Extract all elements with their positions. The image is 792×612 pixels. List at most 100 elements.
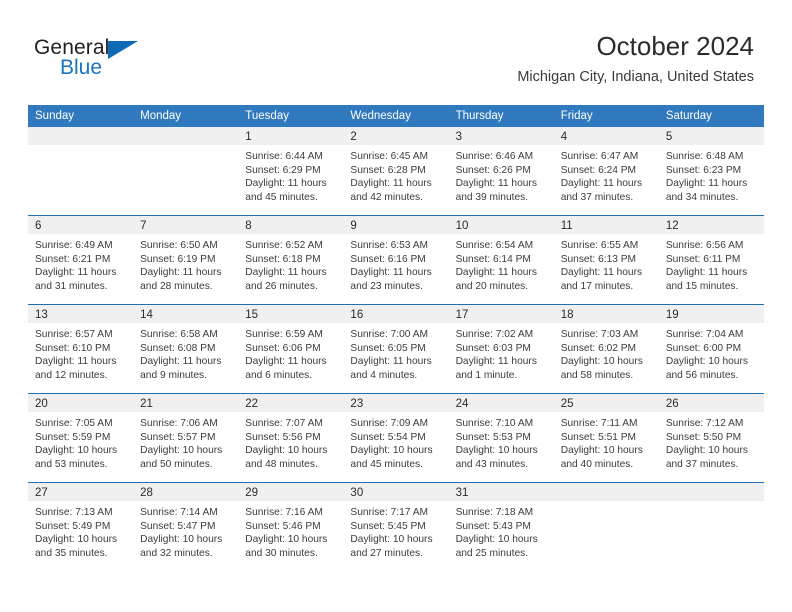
calendar-day-cell[interactable]: 30 Sunrise: 7:17 AM Sunset: 5:45 PM Dayligh…	[343, 482, 449, 571]
calendar-day-cell-empty	[553, 482, 659, 571]
sunset-text: Sunset: 5:56 PM	[245, 431, 321, 443]
daylight-text-line2: and 17 minutes.	[560, 280, 634, 292]
daylight-text-line1: Daylight: 11 hours	[140, 267, 222, 279]
day-number: 16	[343, 305, 449, 323]
daylight-text-line1: Daylight: 10 hours	[665, 356, 748, 368]
daylight-text-line1: Daylight: 10 hours	[455, 534, 538, 546]
calendar-day-cell[interactable]: 6 Sunrise: 6:49 AM Sunset: 6:21 PM Daylight…	[28, 215, 134, 305]
daylight-text-line1: Daylight: 11 hours	[350, 178, 432, 190]
calendar-body: 1 Sunrise: 6:44 AM Sunset: 6:29 PM Daylight…	[28, 127, 764, 571]
calendar-day-cell[interactable]: 23 Sunrise: 7:09 AM Sunset: 5:54 PM Dayligh…	[343, 393, 449, 483]
weekday-header-wednesday: Wednesday	[343, 105, 449, 127]
daylight-text-line1: Daylight: 10 hours	[35, 445, 118, 457]
day-number	[658, 483, 764, 501]
sunset-text: Sunset: 6:06 PM	[245, 342, 321, 354]
calendar-day-cell[interactable]: 18 Sunrise: 7:03 AM Sunset: 6:02 PM Dayligh…	[553, 304, 659, 394]
calendar-day-cell[interactable]: 29 Sunrise: 7:16 AM Sunset: 5:46 PM Dayligh…	[238, 482, 344, 571]
daylight-text-line1: Daylight: 11 hours	[35, 356, 117, 368]
day-details: Sunrise: 6:50 AM Sunset: 6:19 PM Daylight:…	[133, 234, 238, 293]
sunset-text: Sunset: 6:05 PM	[350, 342, 426, 354]
calendar-day-cell[interactable]: 19 Sunrise: 7:04 AM Sunset: 6:00 PM Dayligh…	[658, 304, 764, 394]
sunrise-text: Sunrise: 6:59 AM	[245, 329, 323, 340]
day-number: 15	[238, 305, 344, 323]
calendar-day-cell[interactable]: 11 Sunrise: 6:55 AM Sunset: 6:13 PM Dayligh…	[553, 215, 659, 305]
calendar-day-cell[interactable]: 31 Sunrise: 7:18 AM Sunset: 5:43 PM Dayligh…	[448, 482, 554, 571]
day-number: 17	[448, 305, 554, 323]
daylight-text-line2: and 48 minutes.	[245, 458, 318, 470]
day-details: Sunrise: 6:54 AM Sunset: 6:14 PM Daylight:…	[449, 234, 554, 293]
calendar-day-cell[interactable]: 25 Sunrise: 7:11 AM Sunset: 5:51 PM Dayligh…	[553, 393, 659, 483]
day-details: Sunrise: 7:02 AM Sunset: 6:03 PM Daylight:…	[449, 323, 554, 382]
sunrise-text: Sunrise: 7:05 AM	[35, 418, 113, 429]
sunrise-text: Sunrise: 7:11 AM	[560, 418, 638, 429]
calendar-day-cell[interactable]: 4 Sunrise: 6:47 AM Sunset: 6:24 PM Daylight…	[553, 127, 659, 216]
calendar-day-cell[interactable]: 2 Sunrise: 6:45 AM Sunset: 6:28 PM Daylight…	[343, 127, 449, 216]
calendar-day-cell[interactable]: 20 Sunrise: 7:05 AM Sunset: 5:59 PM Dayligh…	[28, 393, 134, 483]
calendar-day-cell[interactable]: 1 Sunrise: 6:44 AM Sunset: 6:29 PM Daylight…	[238, 127, 344, 216]
day-details: Sunrise: 6:49 AM Sunset: 6:21 PM Daylight:…	[28, 234, 133, 293]
calendar-page: General Blue October 2024 Michigan City,…	[0, 0, 792, 612]
calendar-day-cell[interactable]: 9 Sunrise: 6:53 AM Sunset: 6:16 PM Daylight…	[343, 215, 449, 305]
day-number: 6	[28, 216, 134, 234]
calendar-day-cell[interactable]: 16 Sunrise: 7:00 AM Sunset: 6:05 PM Dayligh…	[343, 304, 449, 394]
calendar-day-cell[interactable]: 24 Sunrise: 7:10 AM Sunset: 5:53 PM Dayligh…	[448, 393, 554, 483]
day-number: 18	[553, 305, 659, 323]
daylight-text-line2: and 12 minutes.	[35, 369, 108, 381]
calendar-day-cell-empty	[133, 127, 239, 216]
daylight-text-line1: Daylight: 11 hours	[560, 267, 643, 279]
daylight-text-line1: Daylight: 10 hours	[350, 534, 433, 546]
calendar-day-cell[interactable]: 13 Sunrise: 6:57 AM Sunset: 6:10 PM Dayligh…	[28, 304, 134, 394]
sunrise-text: Sunrise: 6:49 AM	[35, 240, 113, 251]
calendar-week-row: 6 Sunrise: 6:49 AM Sunset: 6:21 PM Daylight…	[28, 215, 764, 305]
day-number: 11	[553, 216, 659, 234]
daylight-text-line2: and 45 minutes.	[245, 191, 318, 203]
calendar-day-cell[interactable]: 8 Sunrise: 6:52 AM Sunset: 6:18 PM Daylight…	[238, 215, 344, 305]
sunrise-text: Sunrise: 7:12 AM	[665, 418, 744, 429]
sunrise-text: Sunrise: 7:14 AM	[140, 507, 218, 518]
sunrise-text: Sunrise: 7:00 AM	[350, 329, 429, 340]
calendar-week-row: 13 Sunrise: 6:57 AM Sunset: 6:10 PM Dayligh…	[28, 304, 764, 394]
daylight-text-line1: Daylight: 10 hours	[665, 445, 748, 457]
sunrise-text: Sunrise: 7:07 AM	[245, 418, 323, 429]
calendar-day-cell[interactable]: 10 Sunrise: 6:54 AM Sunset: 6:14 PM Dayligh…	[448, 215, 554, 305]
calendar-day-cell[interactable]: 26 Sunrise: 7:12 AM Sunset: 5:50 PM Dayligh…	[658, 393, 764, 483]
day-details: Sunrise: 6:58 AM Sunset: 6:08 PM Daylight:…	[133, 323, 238, 382]
calendar-day-cell[interactable]: 22 Sunrise: 7:07 AM Sunset: 5:56 PM Dayligh…	[238, 393, 344, 483]
calendar-day-cell[interactable]: 21 Sunrise: 7:06 AM Sunset: 5:57 PM Dayligh…	[133, 393, 239, 483]
generalblue-logo[interactable]: General Blue	[34, 36, 214, 86]
calendar-day-cell[interactable]: 27 Sunrise: 7:13 AM Sunset: 5:49 PM Dayligh…	[28, 482, 134, 571]
day-details: Sunrise: 6:52 AM Sunset: 6:18 PM Daylight:…	[238, 234, 343, 293]
daylight-text-line2: and 53 minutes.	[35, 458, 108, 470]
day-number: 12	[658, 216, 764, 234]
daylight-text-line1: Daylight: 11 hours	[245, 178, 327, 190]
calendar-day-cell[interactable]: 14 Sunrise: 6:58 AM Sunset: 6:08 PM Dayligh…	[133, 304, 239, 394]
logo-text-blue: Blue	[60, 56, 103, 79]
title-block: October 2024 Michigan City, Indiana, Uni…	[517, 30, 754, 86]
calendar-day-cell[interactable]: 5 Sunrise: 6:48 AM Sunset: 6:23 PM Daylight…	[658, 127, 764, 216]
calendar-day-cell[interactable]: 17 Sunrise: 7:02 AM Sunset: 6:03 PM Dayligh…	[448, 304, 554, 394]
calendar-day-cell[interactable]: 7 Sunrise: 6:50 AM Sunset: 6:19 PM Daylight…	[133, 215, 239, 305]
day-number	[553, 483, 659, 501]
sunrise-text: Sunrise: 6:55 AM	[560, 240, 639, 251]
sunset-text: Sunset: 5:45 PM	[350, 520, 426, 532]
sunrise-text: Sunrise: 6:47 AM	[560, 151, 639, 162]
day-number: 29	[238, 483, 344, 501]
day-number: 22	[238, 394, 344, 412]
calendar-day-cell[interactable]: 15 Sunrise: 6:59 AM Sunset: 6:06 PM Dayligh…	[238, 304, 344, 394]
day-number: 23	[343, 394, 449, 412]
daylight-text-line2: and 25 minutes.	[455, 547, 529, 559]
calendar-week-row: 27 Sunrise: 7:13 AM Sunset: 5:49 PM Dayligh…	[28, 482, 764, 571]
day-number	[28, 127, 134, 145]
day-details: Sunrise: 6:48 AM Sunset: 6:23 PM Daylight:…	[659, 145, 764, 204]
daylight-text-line1: Daylight: 10 hours	[35, 534, 118, 546]
day-number: 7	[133, 216, 239, 234]
calendar-day-cell[interactable]: 12 Sunrise: 6:56 AM Sunset: 6:11 PM Dayligh…	[658, 215, 764, 305]
sunrise-text: Sunrise: 7:13 AM	[35, 507, 113, 518]
day-number: 4	[553, 127, 659, 145]
daylight-text-line2: and 37 minutes.	[560, 191, 634, 203]
calendar-day-cell[interactable]: 28 Sunrise: 7:14 AM Sunset: 5:47 PM Dayligh…	[133, 482, 239, 571]
sunset-text: Sunset: 6:18 PM	[245, 253, 321, 265]
calendar-day-cell[interactable]: 3 Sunrise: 6:46 AM Sunset: 6:26 PM Daylight…	[448, 127, 554, 216]
daylight-text-line2: and 31 minutes.	[35, 280, 108, 292]
sunset-text: Sunset: 6:08 PM	[140, 342, 216, 354]
